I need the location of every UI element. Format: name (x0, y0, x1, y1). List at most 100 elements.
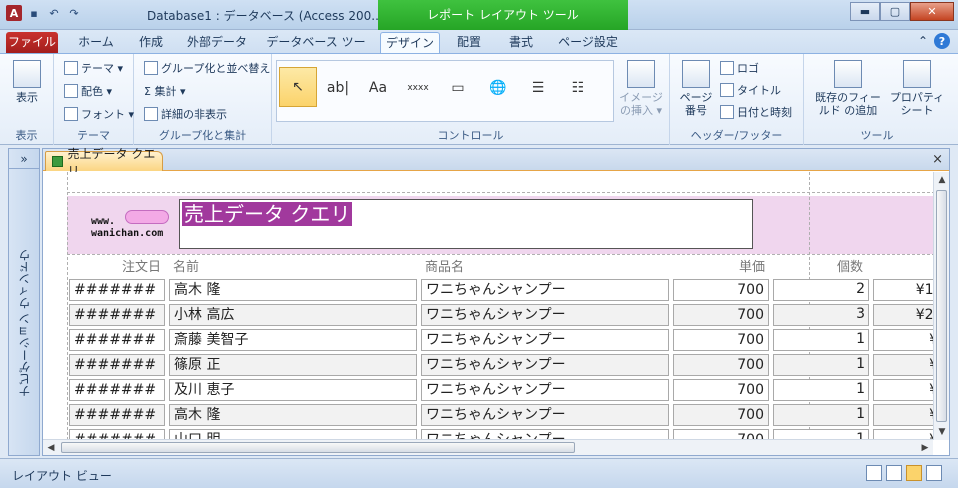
scroll-up-icon[interactable]: ▲ (934, 172, 950, 188)
report-view-icon[interactable] (866, 465, 882, 481)
price-cell[interactable]: 700 (673, 354, 769, 376)
scroll-left-icon[interactable]: ◀ (43, 440, 59, 456)
product-cell[interactable]: ワニちゃんシャンプー (421, 329, 669, 351)
document-tab[interactable]: 売上データ クエリ (45, 147, 163, 178)
tab-database-tools[interactable]: データベース ツール (262, 32, 370, 69)
name-cell[interactable]: 斎藤 美智子 (169, 329, 417, 351)
product-cell[interactable]: ワニちゃんシャンプー (421, 404, 669, 426)
product-cell[interactable]: ワニちゃんシャンプー (421, 354, 669, 376)
product-cell[interactable]: ワニちゃんシャンプー (421, 279, 669, 301)
logo-button[interactable]: ロゴ (720, 60, 759, 76)
help-icon[interactable]: ? (934, 33, 950, 49)
report-title[interactable]: 売上データ クエリ (182, 202, 353, 226)
quantity-cell[interactable]: 3 (773, 304, 869, 326)
name-cell[interactable]: 及川 恵子 (169, 379, 417, 401)
total-cell[interactable]: ¥1, (873, 279, 933, 301)
design-view-icon[interactable] (926, 465, 942, 481)
colors-button[interactable]: 配色 ▾ (64, 83, 112, 99)
access-app-icon[interactable]: A (6, 5, 22, 21)
minimize-button[interactable]: ▬ (850, 2, 880, 21)
name-cell[interactable]: 高木 隆 (169, 404, 417, 426)
price-cell[interactable]: 700 (673, 404, 769, 426)
date-cell[interactable]: ####### (69, 404, 165, 426)
quantity-cell[interactable]: 2 (773, 279, 869, 301)
page-number-button[interactable]: ページ 番号 (676, 60, 716, 117)
layout-view-icon[interactable] (906, 465, 922, 481)
date-cell[interactable]: ####### (69, 304, 165, 326)
group-sort-button[interactable]: グループ化と並べ替え (144, 60, 270, 76)
scroll-right-icon[interactable]: ▶ (917, 440, 933, 456)
tab-home[interactable]: ホーム (68, 32, 124, 53)
undo-icon[interactable]: ↶ (46, 5, 62, 21)
document-close-icon[interactable]: × (932, 152, 943, 167)
scroll-down-icon[interactable]: ▼ (934, 424, 950, 440)
vertical-scroll-thumb[interactable] (936, 190, 947, 422)
product-cell[interactable]: ワニちゃんシャンプー (421, 304, 669, 326)
tab-file[interactable]: ファイル (6, 32, 58, 53)
hide-details-button[interactable]: 詳細の非表示 (144, 106, 227, 122)
option-group-icon[interactable]: ☷ (561, 71, 595, 105)
tab-create[interactable]: 作成 (128, 32, 174, 53)
maximize-button[interactable]: ▢ (880, 2, 910, 21)
save-icon[interactable]: ▪ (26, 5, 42, 21)
name-cell[interactable]: 篠原 正 (169, 354, 417, 376)
tab-control-icon[interactable]: ▭ (441, 71, 475, 105)
date-time-button[interactable]: 日付と時刻 (720, 104, 792, 120)
property-sheet-button[interactable]: プロパティ シート (888, 60, 946, 117)
totals-button[interactable]: Σ 集計 ▾ (144, 83, 185, 99)
vertical-scrollbar[interactable]: ▲ ▼ (933, 172, 949, 440)
fonts-button[interactable]: フォント ▾ (64, 106, 134, 122)
total-cell[interactable]: ¥2, (873, 304, 933, 326)
print-preview-icon[interactable] (886, 465, 902, 481)
price-cell[interactable]: 700 (673, 304, 769, 326)
title-button[interactable]: タイトル (720, 82, 781, 98)
date-cell[interactable]: ####### (69, 379, 165, 401)
textbox-control-icon[interactable]: ab| (321, 71, 355, 105)
quantity-cell[interactable]: 1 (773, 354, 869, 376)
navigation-control-icon[interactable]: ☰ (521, 71, 555, 105)
quantity-cell[interactable]: 1 (773, 329, 869, 351)
column-header-name[interactable]: 名前 (173, 256, 199, 275)
view-button[interactable]: 表示 (10, 60, 44, 104)
select-pointer-icon[interactable]: ↖ (279, 67, 317, 107)
total-cell[interactable]: ¥ (873, 379, 933, 401)
tab-external-data[interactable]: 外部データ (180, 32, 254, 53)
close-button[interactable]: ✕ (910, 2, 954, 21)
tab-page-setup[interactable]: ページ設定 (552, 32, 624, 53)
quantity-cell[interactable]: 1 (773, 379, 869, 401)
tab-arrange[interactable]: 配置 (448, 32, 490, 53)
date-cell[interactable]: ####### (69, 329, 165, 351)
name-cell[interactable]: 小林 高広 (169, 304, 417, 326)
total-cell[interactable]: ¥ (873, 404, 933, 426)
total-cell[interactable]: ¥ (873, 329, 933, 351)
navigation-pane[interactable]: » ナビゲーション ウィンドウ (8, 148, 40, 456)
date-cell[interactable]: ####### (69, 354, 165, 376)
tab-design[interactable]: デザイン (380, 32, 440, 53)
column-header-product[interactable]: 商品名 (425, 256, 464, 275)
report-layout-canvas[interactable]: www. wanichan.com 売上データ クエリ 注文日 名前 商品名 単… (43, 172, 933, 440)
theme-button[interactable]: テーマ ▾ (64, 60, 123, 76)
hyperlink-control-icon[interactable]: 🌐 (481, 71, 515, 105)
add-fields-button[interactable]: 既存のフィールド の追加 (810, 60, 886, 117)
label-control-icon[interactable]: Aa (361, 71, 395, 105)
column-header-quantity[interactable]: 個数 (837, 256, 863, 275)
button-control-icon[interactable]: xxxx (401, 71, 435, 105)
collapse-ribbon-icon[interactable]: ⌃ (918, 34, 928, 48)
date-cell[interactable]: ####### (69, 279, 165, 301)
quantity-cell[interactable]: 1 (773, 404, 869, 426)
redo-icon[interactable]: ↷ (66, 5, 82, 21)
column-header-date[interactable]: 注文日 (115, 256, 161, 275)
nav-pane-toggle[interactable]: » (9, 149, 39, 169)
insert-image-button[interactable]: イメージ の挿入 ▾ (618, 60, 664, 117)
price-cell[interactable]: 700 (673, 329, 769, 351)
total-cell[interactable]: ¥ (873, 354, 933, 376)
price-cell[interactable]: 700 (673, 279, 769, 301)
name-cell[interactable]: 高木 隆 (169, 279, 417, 301)
horizontal-scrollbar[interactable]: ◀ ▶ (43, 439, 933, 455)
tab-format[interactable]: 書式 (500, 32, 542, 53)
report-logo[interactable]: www. wanichan.com (69, 202, 177, 250)
price-cell[interactable]: 700 (673, 379, 769, 401)
column-header-price[interactable]: 単価 (723, 256, 765, 275)
report-title-box[interactable]: 売上データ クエリ (179, 199, 753, 249)
horizontal-scroll-thumb[interactable] (61, 442, 575, 453)
